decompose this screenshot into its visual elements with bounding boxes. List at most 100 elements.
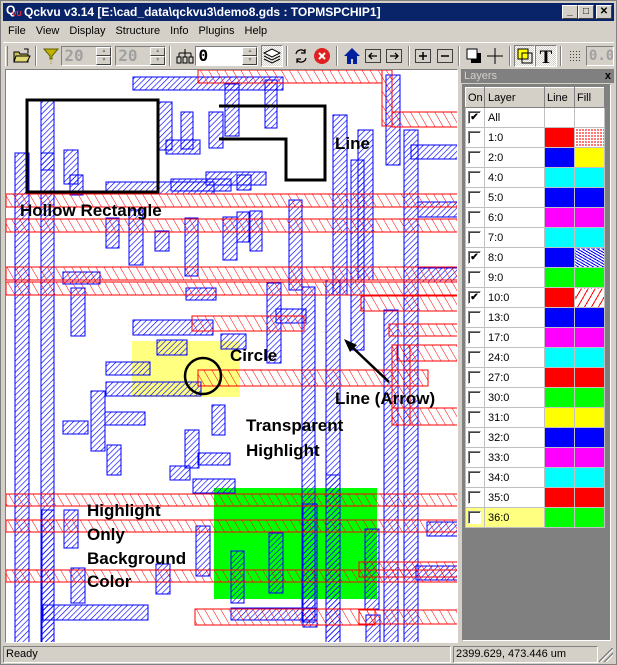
- layer-line-color-swatch[interactable]: [544, 167, 575, 188]
- layout-canvas[interactable]: Hollow Rectangle Line Circle Line (Arrow…: [5, 69, 458, 643]
- layer-name[interactable]: 2:0: [484, 147, 545, 168]
- maximize-button[interactable]: □: [578, 5, 594, 19]
- layer-line-color-swatch[interactable]: [544, 127, 575, 148]
- layer8-shape[interactable]: [104, 411, 146, 426]
- layer-row[interactable]: 31:0: [465, 407, 605, 428]
- layer-line-color-swatch[interactable]: [544, 467, 575, 488]
- menu-file[interactable]: File: [3, 23, 31, 40]
- layer-fill-swatch[interactable]: [574, 227, 605, 248]
- layer-fill-swatch[interactable]: [574, 147, 605, 168]
- layer-name[interactable]: 13:0: [484, 307, 545, 328]
- layer-fill-swatch[interactable]: [574, 207, 605, 228]
- layer-visibility-checkbox[interactable]: [468, 491, 481, 504]
- refresh-button[interactable]: [291, 45, 312, 67]
- layer-row[interactable]: 2:0: [465, 147, 605, 168]
- layer-fill-swatch[interactable]: [574, 167, 605, 188]
- filter-button[interactable]: [40, 45, 61, 67]
- layer-name[interactable]: 5:0: [484, 187, 545, 208]
- layer10-shape[interactable]: [191, 315, 305, 332]
- layer-fill-swatch[interactable]: [574, 367, 605, 388]
- spin-down-button[interactable]: ▼: [242, 55, 258, 65]
- layer-name[interactable]: 32:0: [484, 427, 545, 448]
- layer8-shape[interactable]: [224, 83, 240, 137]
- minimize-button[interactable]: _: [562, 5, 578, 19]
- layer-visibility-checkbox[interactable]: [468, 231, 481, 244]
- spin-field-2-value[interactable]: 20: [116, 46, 150, 65]
- layer-row[interactable]: 9:0: [465, 267, 605, 288]
- layer-name[interactable]: All: [484, 107, 545, 128]
- layer-line-color-swatch[interactable]: [544, 287, 575, 308]
- open-file-button[interactable]: [11, 45, 32, 67]
- pan-left-button[interactable]: [362, 45, 383, 67]
- layer-visibility-checkbox[interactable]: [468, 411, 481, 424]
- layer-row[interactable]: 32:0: [465, 427, 605, 448]
- layer-line-color-swatch[interactable]: [544, 507, 575, 528]
- layer10-shape[interactable]: [391, 407, 458, 426]
- layer-visibility-checkbox[interactable]: [468, 451, 481, 464]
- layer-name[interactable]: 6:0: [484, 207, 545, 228]
- spin-up-button[interactable]: ▲: [96, 46, 112, 56]
- layer10-shape[interactable]: [358, 561, 458, 578]
- layer-row[interactable]: ✔ All: [465, 107, 605, 128]
- layer10-shape[interactable]: [194, 608, 376, 626]
- layer-row[interactable]: 17:0: [465, 327, 605, 348]
- layer10-shape[interactable]: [360, 295, 458, 312]
- spin-down-button[interactable]: ▼: [96, 55, 112, 65]
- spin-field-2[interactable]: 20 ▲ ▼: [115, 45, 167, 66]
- layer-line-color-swatch[interactable]: [544, 187, 575, 208]
- layer8-shape[interactable]: [90, 390, 106, 452]
- layer8-shape[interactable]: [154, 230, 170, 252]
- layer-visibility-checkbox[interactable]: [468, 471, 481, 484]
- menu-structure[interactable]: Structure: [110, 23, 165, 40]
- layer-name[interactable]: 34:0: [484, 467, 545, 488]
- layer-line-color-swatch[interactable]: [544, 407, 575, 428]
- layer-visibility-checkbox[interactable]: [468, 351, 481, 364]
- menu-info[interactable]: Info: [165, 23, 193, 40]
- menu-view[interactable]: View: [31, 23, 65, 40]
- layer-fill-swatch[interactable]: [574, 487, 605, 508]
- layer-visibility-checkbox[interactable]: [468, 311, 481, 324]
- fill-toggle-button[interactable]: [463, 45, 484, 67]
- layer-name[interactable]: 10:0: [484, 287, 545, 308]
- layer-fill-swatch[interactable]: [574, 327, 605, 348]
- hierarchy-button[interactable]: [174, 45, 195, 67]
- layer-row[interactable]: 33:0: [465, 447, 605, 468]
- text-button[interactable]: T: [535, 44, 557, 67]
- layer-visibility-checkbox[interactable]: [468, 211, 481, 224]
- spin-up-button[interactable]: ▲: [150, 46, 166, 56]
- layer-row[interactable]: 36:0: [465, 507, 605, 528]
- layers-toggle-button[interactable]: [261, 44, 283, 67]
- layer-line-color-swatch[interactable]: [544, 147, 575, 168]
- resize-grip-icon[interactable]: [599, 648, 613, 662]
- layer-row[interactable]: 4:0: [465, 167, 605, 188]
- qckvu-logo-icon[interactable]: Q VU: [5, 3, 22, 20]
- layer-fill-swatch[interactable]: [574, 107, 605, 128]
- layer-name[interactable]: 8:0: [484, 247, 545, 268]
- layer-line-color-swatch[interactable]: [544, 387, 575, 408]
- layer10-shape[interactable]: [6, 519, 458, 533]
- layer-name[interactable]: 17:0: [484, 327, 545, 348]
- spin-field-1[interactable]: 20 ▲ ▼: [61, 45, 113, 66]
- layer8-shape[interactable]: [197, 452, 231, 466]
- layer-line-color-swatch[interactable]: [544, 267, 575, 288]
- home-button[interactable]: [341, 45, 362, 67]
- layer-row[interactable]: ✔ 8:0: [465, 247, 605, 268]
- layer-row[interactable]: 35:0: [465, 487, 605, 508]
- zoom-in-button[interactable]: [413, 45, 434, 67]
- layer-row[interactable]: 13:0: [465, 307, 605, 328]
- layer8-shape[interactable]: [205, 171, 267, 186]
- spin-down-button[interactable]: ▼: [150, 55, 166, 65]
- layer8-shape[interactable]: [106, 444, 122, 476]
- layer-row[interactable]: 30:0: [465, 387, 605, 408]
- column-header-layer[interactable]: Layer: [484, 87, 545, 108]
- menu-display[interactable]: Display: [64, 23, 110, 40]
- layer10-shape[interactable]: [197, 70, 383, 84]
- column-header-fill[interactable]: Fill: [574, 87, 605, 108]
- layer-name[interactable]: 1:0: [484, 127, 545, 148]
- layer8-shape[interactable]: [105, 361, 151, 376]
- layer-fill-swatch[interactable]: [574, 247, 605, 268]
- layer10-shape[interactable]: [381, 70, 393, 127]
- layer-visibility-checkbox[interactable]: [468, 391, 481, 404]
- layer-fill-swatch[interactable]: [574, 407, 605, 428]
- layer-line-color-swatch[interactable]: [544, 447, 575, 468]
